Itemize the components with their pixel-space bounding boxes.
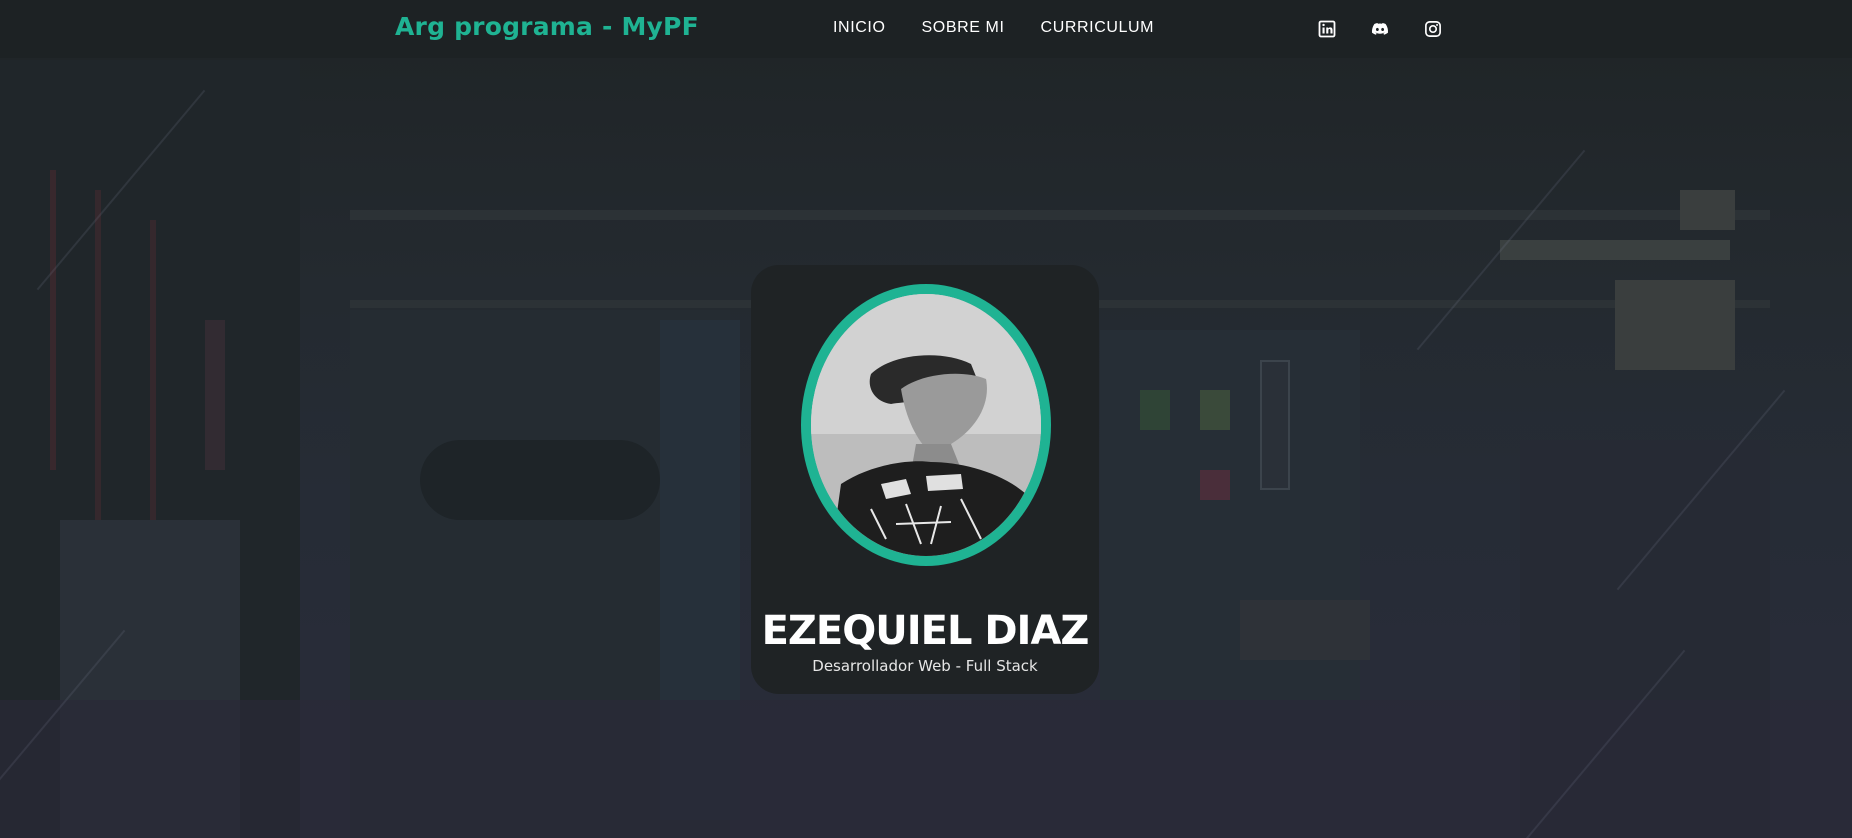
profile-name: EZEQUIEL DIAZ (761, 608, 1090, 654)
linkedin-link[interactable] (1316, 18, 1338, 40)
discord-icon (1372, 23, 1389, 35)
linkedin-icon (1318, 20, 1336, 38)
navbar: Arg programa - MyPF INICIO SOBRE MI CURR… (0, 0, 1852, 58)
nav-links: INICIO SOBRE MI CURRICULUM (833, 19, 1154, 37)
instagram-icon (1425, 21, 1441, 37)
avatar (811, 294, 1041, 556)
instagram-link[interactable] (1422, 18, 1444, 40)
profile-card: EZEQUIEL DIAZ Desarrollador Web - Full S… (751, 265, 1099, 694)
nav-link-curriculum[interactable]: CURRICULUM (1041, 19, 1155, 37)
brand-logo-link[interactable]: Arg programa - MyPF (395, 12, 699, 41)
social-links (1316, 18, 1444, 40)
avatar-ring (801, 284, 1051, 566)
nav-link-inicio[interactable]: INICIO (833, 19, 886, 37)
nav-link-sobre-mi[interactable]: SOBRE MI (922, 19, 1005, 37)
profile-role: Desarrollador Web - Full Stack (812, 657, 1038, 675)
profile-photo (811, 294, 1041, 556)
discord-link[interactable] (1369, 18, 1391, 40)
